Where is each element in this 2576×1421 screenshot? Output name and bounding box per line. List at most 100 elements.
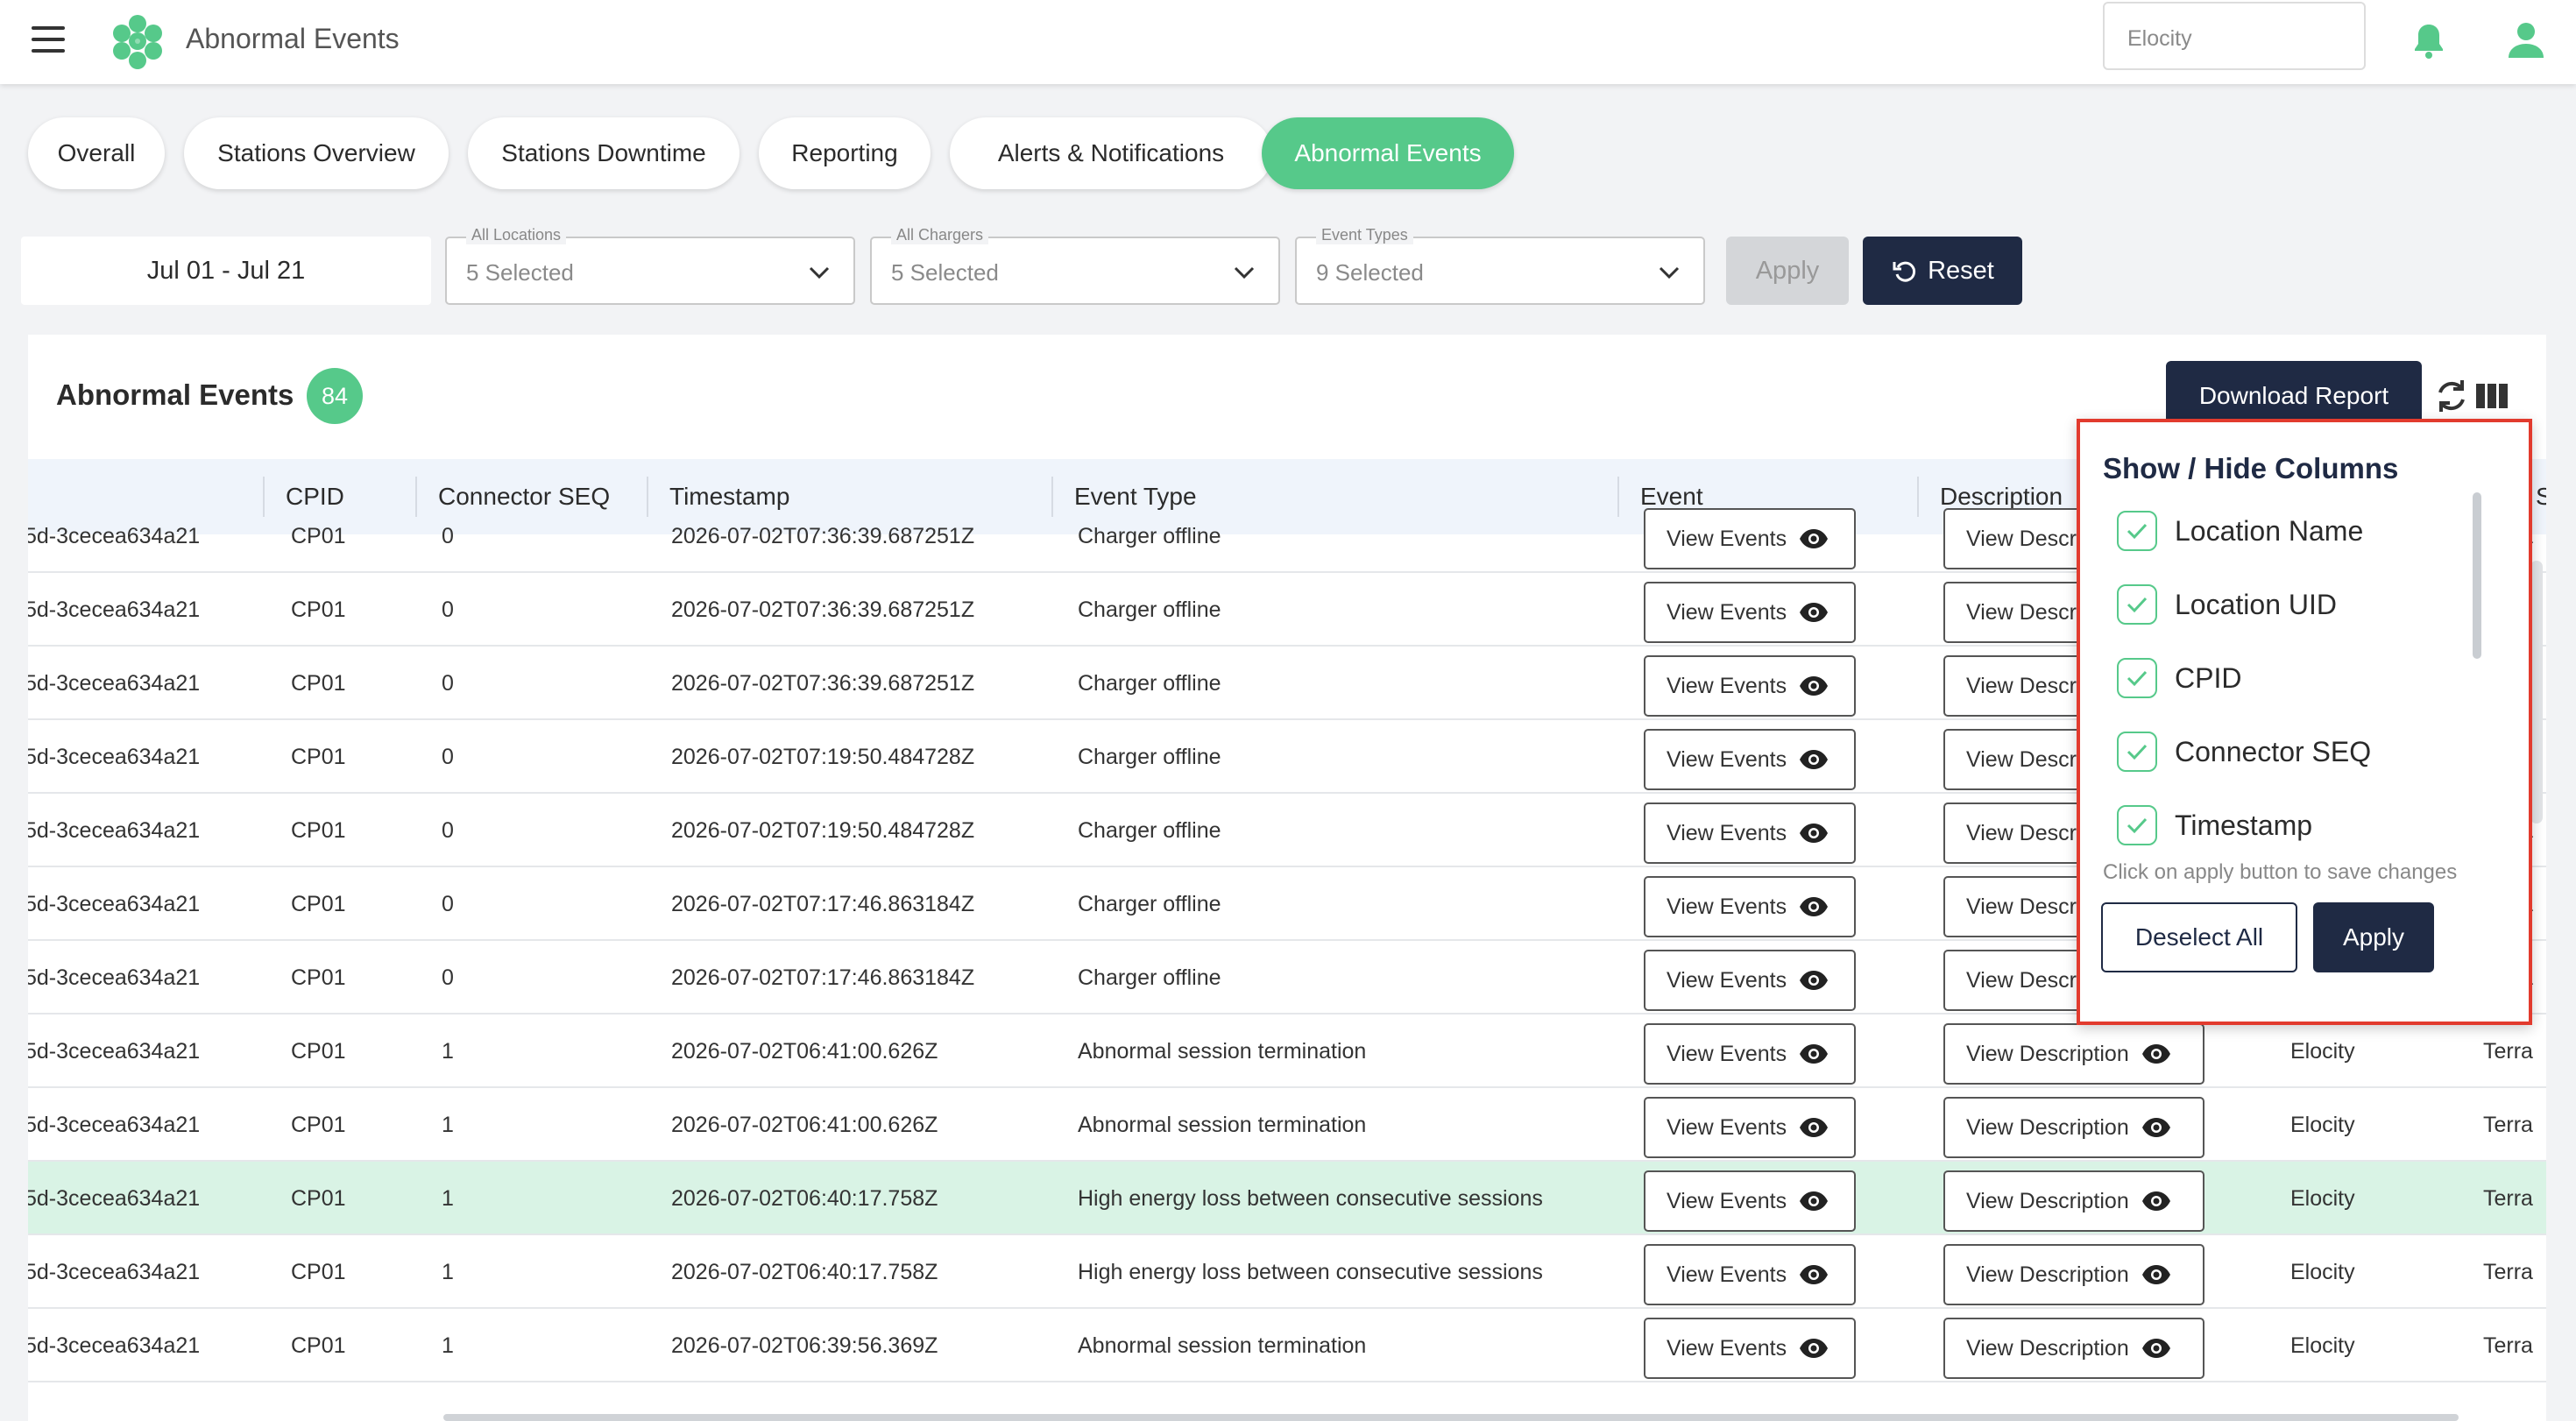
columns-apply-button[interactable]: Apply [2313,902,2434,972]
view-description-button[interactable]: View Description [1943,1318,2204,1379]
view-description-label: View Description [1966,1114,2129,1140]
event-types-select[interactable]: Event Types 9 Selected [1295,226,1705,305]
tab-overall[interactable]: Overall [28,117,165,189]
location-uid-cell: 5d-3cecea634a21 [28,1333,201,1358]
view-events-button[interactable]: View Events [1644,1244,1856,1305]
eye-icon [1800,676,1829,696]
eye-icon [1800,1265,1829,1284]
tab-stations-overview[interactable]: Stations Overview [184,117,449,189]
cpid-cell: CP01 [291,965,346,990]
view-description-button[interactable]: View Description [1943,1023,2204,1085]
bell-icon[interactable] [2408,19,2450,61]
vertical-scrollbar[interactable] [2530,561,2543,824]
organization-selector[interactable]: Elocity [2103,2,2366,70]
view-description-label: View Description [1966,1041,2129,1066]
date-range-picker[interactable]: Jul 01 - Jul 21 [21,237,431,305]
view-events-label: View Events [1667,894,1787,919]
organization-cell: Elocity [2290,1333,2355,1358]
eye-icon [1800,1044,1829,1064]
horizontal-scrollbar[interactable] [443,1414,2459,1421]
column-option[interactable]: Location Name [2117,506,2363,555]
top-bar: Abnormal Events Elocity [0,0,2576,84]
panel-scrollbar[interactable] [2473,492,2481,659]
location-uid-cell: 5d-3cecea634a21 [28,1259,201,1284]
view-events-button[interactable]: View Events [1644,508,1856,569]
view-events-button[interactable]: View Events [1644,655,1856,717]
tab-reporting[interactable]: Reporting [759,117,931,189]
view-events-label: View Events [1667,673,1787,698]
reset-label: Reset [1928,256,1994,285]
column-option[interactable]: Timestamp [2117,801,2312,850]
view-events-button[interactable]: View Events [1644,582,1856,643]
checkbox[interactable] [2117,732,2157,772]
timestamp-cell: 2026-07-02T07:36:39.687251Z [671,670,975,696]
column-option[interactable]: Location UID [2117,580,2337,629]
location-uid-cell: 5d-3cecea634a21 [28,597,201,622]
view-events-label: View Events [1667,967,1787,993]
eye-icon [1800,529,1829,548]
panel-title: Show / Hide Columns [2103,452,2399,484]
view-events-button[interactable]: View Events [1644,950,1856,1011]
view-events-button[interactable]: View Events [1644,1170,1856,1232]
cpid-cell: CP01 [291,597,346,622]
tab-alerts-notifications[interactable]: Alerts & Notifications [950,117,1272,189]
timestamp-cell: 2026-07-02T06:39:56.369Z [671,1333,938,1358]
tab-abnormal-events[interactable]: Abnormal Events [1262,117,1514,189]
table-row[interactable]: 5d-3cecea634a21 CP01 1 2026-07-02T06:40:17.… [28,1235,2546,1309]
refresh-icon[interactable] [2434,377,2469,415]
tab-stations-downtime[interactable]: Stations Downtime [468,117,740,189]
organization-cell: Elocity [2290,1259,2355,1284]
organization-cell: Elocity [2290,1185,2355,1211]
event-type-cell: High energy loss between consecutive ses… [1078,1185,1543,1211]
show-hide-columns-panel: Show / Hide Columns Location Name Locatio… [2077,419,2532,1025]
locations-select[interactable]: All Locations 5 Selected [445,226,855,305]
view-events-label: View Events [1667,526,1787,551]
location-uid-cell: 5d-3cecea634a21 [28,744,201,769]
table-row[interactable]: 5d-3cecea634a21 CP01 1 2026-07-02T06:39:56.… [28,1309,2546,1382]
cpid-cell: CP01 [291,1185,346,1211]
eye-icon [1800,750,1829,769]
reset-button[interactable]: Reset [1863,237,2022,305]
event-type-cell: Charger offline [1078,744,1221,769]
view-events-button[interactable]: View Events [1644,1023,1856,1085]
table-row[interactable]: 5d-3cecea634a21 CP01 1 2026-07-02T06:40:17.… [28,1162,2546,1235]
hamburger-icon[interactable] [32,26,65,53]
connector-seq-cell: 1 [442,1185,454,1211]
view-description-button[interactable]: View Description [1943,1170,2204,1232]
checkbox[interactable] [2117,584,2157,625]
eye-icon [1800,897,1829,916]
event-types-label: Event Types [1316,226,1413,244]
connector-seq-cell: 0 [442,744,454,769]
se-cell: Terra [2483,1112,2533,1137]
locations-label: All Locations [466,226,567,244]
deselect-all-button[interactable]: Deselect All [2101,902,2297,972]
table-row[interactable]: 5d-3cecea634a21 CP01 1 2026-07-02T06:41:00.… [28,1014,2546,1088]
checkbox[interactable] [2117,511,2157,551]
se-cell: Terra [2483,1333,2533,1358]
count-badge: 84 [307,368,363,424]
column-option[interactable]: Connector SEQ [2117,727,2371,776]
view-events-button[interactable]: View Events [1644,876,1856,937]
chargers-select[interactable]: All Chargers 5 Selected [870,226,1280,305]
column-option[interactable]: CPID [2117,654,2241,703]
eye-icon [2141,1265,2170,1284]
checkbox[interactable] [2117,805,2157,845]
event-type-cell: Abnormal session termination [1078,1333,1367,1358]
columns-icon[interactable] [2476,384,2508,408]
column-option-label: Connector SEQ [2175,735,2372,767]
connector-seq-cell: 0 [442,891,454,916]
view-events-button[interactable]: View Events [1644,1097,1856,1158]
checkbox[interactable] [2117,658,2157,698]
hexagon-cluster-logo [113,15,162,69]
view-description-button[interactable]: View Description [1943,1097,2204,1158]
table-row[interactable]: 5d-3cecea634a21 CP01 1 2026-07-02T06:41:00.… [28,1088,2546,1162]
view-events-button[interactable]: View Events [1644,729,1856,790]
filter-apply-button[interactable]: Apply [1726,237,1849,305]
chevron-down-icon [1659,266,1680,279]
view-events-button[interactable]: View Events [1644,802,1856,864]
view-description-button[interactable]: View Description [1943,1244,2204,1305]
timestamp-cell: 2026-07-02T07:36:39.687251Z [671,597,975,622]
view-events-label: View Events [1667,746,1787,772]
view-events-button[interactable]: View Events [1644,1318,1856,1379]
user-icon[interactable] [2506,19,2546,61]
